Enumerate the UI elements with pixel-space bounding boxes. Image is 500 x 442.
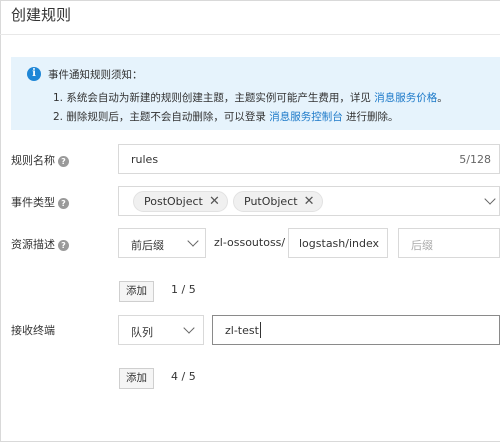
help-icon[interactable]: ?	[58, 240, 69, 251]
info-icon: i	[27, 67, 41, 81]
endpoint-type-value: 队列	[131, 326, 153, 339]
resource-count: 1 / 5	[171, 283, 196, 296]
rule-name-input[interactable]: rules 5/128	[118, 144, 500, 174]
notice-line-1-text: 1. 系统会自动为新建的规则创建主题，主题实例可能产生费用，详见	[53, 92, 371, 104]
prefix-input[interactable]: logstash/index	[288, 228, 388, 258]
rule-name-label: 规则名称?	[11, 152, 69, 168]
chevron-down-icon[interactable]	[484, 193, 496, 205]
rule-name-value: rules	[131, 153, 159, 166]
pricing-link[interactable]: 消息服务价格	[374, 92, 437, 104]
endpoint-label: 接收终端	[11, 324, 55, 337]
close-icon[interactable]: ✕	[304, 192, 315, 211]
event-tag-label: PutObject	[244, 195, 298, 208]
notice-line-2: 2. 删除规则后，主题不会自动删除，可以登录 消息服务控制台 进行删除。	[53, 109, 399, 124]
notice-line-1: 1. 系统会自动为新建的规则创建主题，主题实例可能产生费用，详见 消息服务价格。	[53, 90, 448, 105]
close-icon[interactable]: ✕	[209, 192, 220, 211]
endpoint-value: zl-test	[225, 324, 259, 337]
endpoint-count: 4 / 5	[171, 370, 196, 383]
endpoint-input[interactable]: zl-test	[212, 315, 500, 345]
event-type-select[interactable]: PostObject ✕ PutObject ✕	[118, 186, 500, 216]
dialog-title: 创建规则	[11, 6, 72, 24]
rule-name-label-text: 规则名称	[11, 154, 55, 167]
notice-line-1-suffix: 。	[437, 92, 448, 104]
console-link[interactable]: 消息服务控制台	[269, 111, 343, 123]
notice-title: 事件通知规则须知：	[48, 69, 143, 81]
notice-line-2-suffix: 进行删除。	[346, 111, 399, 123]
help-icon[interactable]: ?	[58, 198, 69, 209]
help-icon[interactable]: ?	[58, 156, 69, 167]
suffix-input[interactable]: 后缀	[398, 228, 500, 258]
resource-label-text: 资源描述	[11, 238, 55, 251]
prefix-type-select[interactable]: 前后缀	[118, 228, 206, 258]
chevron-down-icon	[183, 322, 195, 334]
notice-box: i 事件通知规则须知： 1. 系统会自动为新建的规则创建主题，主题实例可能产生费…	[11, 57, 500, 130]
endpoint-type-select[interactable]: 队列	[118, 315, 204, 345]
add-endpoint-button[interactable]: 添加	[119, 368, 154, 389]
event-tag-putobject: PutObject ✕	[233, 191, 323, 212]
event-type-label: 事件类型?	[11, 194, 69, 210]
text-caret	[260, 322, 261, 338]
add-resource-button[interactable]: 添加	[119, 281, 154, 302]
title-divider	[0, 34, 500, 35]
notice-line-2-text: 2. 删除规则后，主题不会自动删除，可以登录	[53, 111, 266, 123]
suffix-placeholder: 后缀	[411, 239, 433, 252]
resource-label: 资源描述?	[11, 236, 69, 252]
bucket-prefix-text: zl-ossoutoss/	[214, 236, 286, 249]
prefix-value: logstash/index	[299, 237, 380, 250]
event-tag-label: PostObject	[144, 195, 203, 208]
rule-name-counter: 5/128	[459, 153, 491, 166]
event-tag-postobject: PostObject ✕	[133, 191, 228, 212]
prefix-type-value: 前后缀	[131, 239, 164, 252]
event-type-label-text: 事件类型	[11, 196, 55, 209]
chevron-down-icon	[187, 235, 199, 247]
